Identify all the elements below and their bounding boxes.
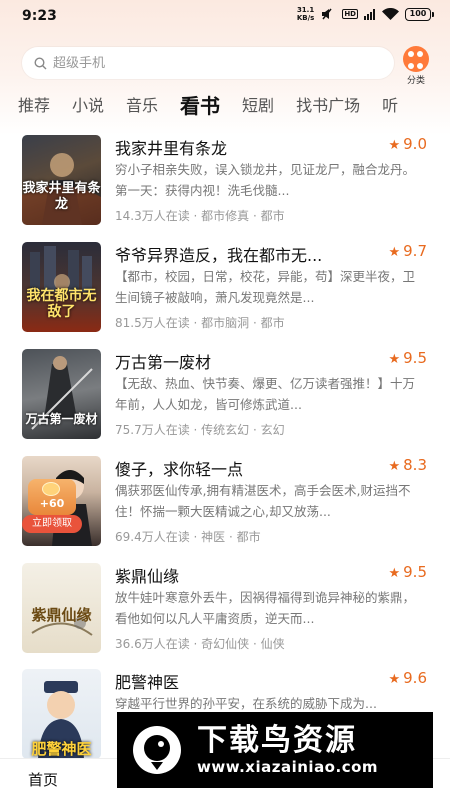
book-title: 肥警神医 [115, 673, 180, 692]
tab-short-drama[interactable]: 短剧 [242, 92, 274, 120]
tab-listen[interactable]: 听 [382, 92, 398, 120]
book-description: 放牛娃叶寒意外丢牛，因祸得福得到诡异神秘的紫鼎，看他如何以凡人平庸资质，逆天而.… [115, 590, 416, 626]
book-meta: 14.3万人在读 · 都市修真 · 都市 [115, 209, 285, 223]
star-icon: ★ [388, 138, 401, 153]
book-rating: ★ 9.7 [388, 242, 427, 260]
cover-title: 我家井里有条龙 [22, 181, 101, 212]
search-input[interactable] [53, 55, 353, 71]
net-speed: 31.1 KB/s [296, 6, 315, 22]
book-description: 【都市，校园，日常，校花，异能，苟】深更半夜，卫生间镜子被敲响，萧凡发现竟然是.… [115, 269, 416, 305]
book-meta: 69.4万人在读 · 神医 · 都市 [115, 530, 261, 544]
book-description: 偶获邪医仙传承,拥有精湛医术，高手会医术,财运挡不住！怀揣一颗大医精诚之心,却又… [115, 483, 411, 519]
book-meta: 75.7万人在读 · 传统玄幻 · 玄幻 [115, 423, 285, 437]
tab-book-plaza[interactable]: 找书广场 [296, 92, 360, 120]
list-item[interactable]: 万古第一废材 万古第一废材 ★ 9.5 【无敌、热血、快节奏、爆更、亿万读者强推！… [22, 349, 432, 444]
list-item[interactable]: 我家井里有条龙 我家井里有条龙 ★ 9.0 穷小子相亲失败，误入锁龙井，见证龙尸，… [22, 135, 432, 230]
book-description: 【无敌、热血、快节奏、爆更、亿万读者强推！】十万年前，人人如龙，皆可修炼武道..… [115, 376, 416, 412]
book-meta: 36.6万人在读 · 奇幻仙侠 · 仙侠 [115, 637, 285, 651]
tab-read-books[interactable]: 看书 [180, 92, 220, 120]
cover-title: 紫鼎仙缘 [31, 606, 92, 624]
mute-icon [322, 8, 332, 20]
category-button[interactable]: 分类 [400, 46, 432, 86]
book-rating: ★ 8.3 [388, 456, 427, 474]
claim-button[interactable]: 立即领取 [22, 515, 82, 533]
watermark-url: www.xiazainiao.com [197, 758, 379, 776]
book-cover[interactable]: 万古第一废材 [22, 349, 101, 439]
book-title: 傻子，求你轻一点 [115, 460, 244, 479]
reward-promo[interactable]: +60 立即领取 [22, 479, 82, 534]
status-bar: 9:23 31.1 KB/s HD 100 [0, 0, 450, 32]
battery-icon: 100 [405, 7, 434, 21]
book-rating: ★ 9.5 [388, 563, 427, 581]
star-icon: ★ [388, 672, 401, 687]
book-cover[interactable]: 我家井里有条龙 [22, 135, 101, 225]
book-description: 穷小子相亲失败，误入锁龙井，见证龙尸，融合龙丹。 第一天：获得内视！洗毛伐髓..… [115, 162, 427, 198]
star-icon: ★ [388, 245, 401, 260]
search-icon [34, 56, 47, 69]
book-rating: ★ 9.6 [388, 669, 427, 687]
book-rating: ★ 9.0 [388, 135, 427, 153]
watermark-title: 下载鸟资源 [197, 723, 357, 758]
star-icon: ★ [388, 352, 401, 367]
channel-tabs: 推荐 小说 音乐 看书 短剧 找书广场 听 [18, 88, 420, 120]
book-description: 穿越平行世界的孙平安，在系统的威胁下成为... [115, 696, 377, 711]
cover-title: 我在都市无敌了 [26, 288, 97, 320]
book-cover[interactable]: 我在都市无敌了 [22, 242, 101, 332]
watermark-banner: 下载鸟资源 www.xiazainiao.com [117, 712, 433, 788]
wifi-icon [382, 8, 399, 20]
bird-logo-icon [133, 726, 181, 774]
book-title: 爷爷异界造反，我在都市无... [115, 246, 323, 265]
category-label: 分类 [406, 76, 425, 86]
signal-icon [364, 8, 375, 20]
book-title: 紫鼎仙缘 [115, 567, 180, 586]
status-time: 9:23 [22, 8, 57, 24]
cover-title: 万古第一废材 [25, 412, 98, 426]
star-icon: ★ [388, 459, 401, 474]
tab-music[interactable]: 音乐 [126, 92, 158, 120]
list-item[interactable]: 紫鼎仙缘 紫鼎仙缘 ★ 9.5 放牛娃叶寒意外丢牛，因祸得福得到诡异神秘的紫鼎，看… [22, 563, 432, 658]
tab-recommend[interactable]: 推荐 [18, 92, 50, 120]
book-cover[interactable]: 肥警神医 [22, 669, 101, 759]
list-item[interactable]: 傻子，求你轻一点 ★ 8.3 偶获邪医仙传承,拥有精湛医术，高手会医术,财运挡不住… [22, 456, 432, 551]
tab-novel[interactable]: 小说 [72, 92, 104, 120]
category-dots-icon [403, 46, 429, 72]
book-title: 万古第一废材 [115, 353, 212, 372]
star-icon: ★ [388, 566, 401, 581]
search-bar[interactable] [22, 47, 394, 79]
book-meta: 81.5万人在读 · 都市脑洞 · 都市 [115, 316, 285, 330]
coin-icon [42, 482, 60, 496]
hd-badge: HD [342, 9, 358, 19]
nav-home[interactable]: 首页 [28, 769, 58, 790]
list-item[interactable]: 我在都市无敌了 爷爷异界造反，我在都市无... ★ 9.7 【都市，校园，日常，校… [22, 242, 432, 337]
book-rating: ★ 9.5 [388, 349, 427, 367]
book-title: 我家井里有条龙 [115, 139, 228, 158]
cover-title: 肥警神医 [31, 740, 92, 758]
book-cover[interactable]: 紫鼎仙缘 [22, 563, 101, 653]
